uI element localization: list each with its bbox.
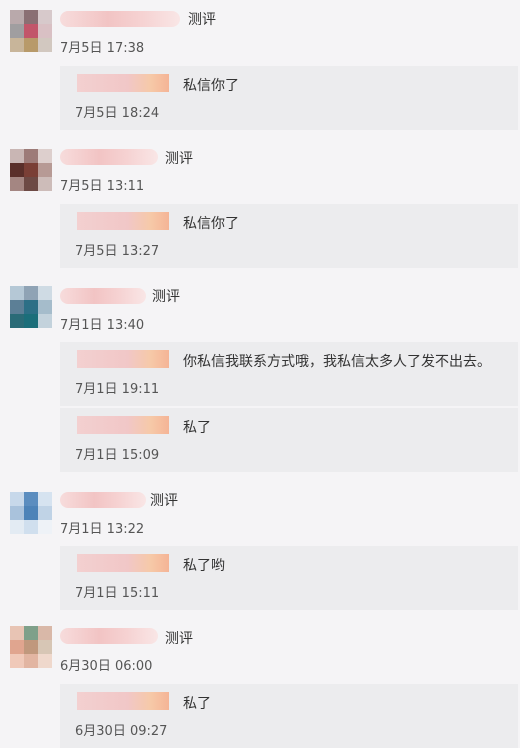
avatar-pixel bbox=[10, 300, 24, 314]
reply-box: 私信你了 7月5日 13:27 bbox=[60, 204, 518, 268]
avatar-pixel bbox=[10, 24, 24, 38]
avatar-pixel bbox=[10, 626, 24, 640]
avatar-pixel bbox=[38, 314, 52, 328]
reply-text: 私信你了 bbox=[183, 78, 239, 94]
avatar-pixel bbox=[24, 314, 38, 328]
comment-time: 7月1日 13:40 bbox=[60, 318, 145, 333]
comment-time: 7月1日 13:22 bbox=[60, 522, 145, 537]
avatar-pixel bbox=[38, 640, 52, 654]
avatar[interactable] bbox=[10, 286, 52, 328]
avatar-pixel bbox=[24, 149, 38, 163]
reply-username-blurred[interactable] bbox=[77, 416, 169, 434]
username-blurred[interactable] bbox=[60, 149, 158, 165]
reply-username-blurred[interactable] bbox=[77, 212, 169, 230]
avatar-pixel bbox=[10, 492, 24, 506]
avatar-pixel bbox=[24, 24, 38, 38]
reply-text: 私了 bbox=[183, 696, 211, 712]
avatar-pixel bbox=[38, 492, 52, 506]
reply-username-blurred[interactable] bbox=[77, 692, 169, 710]
reply-time: 7月1日 19:11 bbox=[75, 382, 160, 397]
avatar-pixel bbox=[24, 163, 38, 177]
comment-time: 6月30日 06:00 bbox=[60, 659, 153, 674]
avatar-pixel bbox=[24, 10, 38, 24]
avatar-pixel bbox=[24, 38, 38, 52]
reply-box: 私信你了 7月5日 18:24 bbox=[60, 66, 518, 130]
avatar-pixel bbox=[10, 520, 24, 534]
reply-time: 7月5日 18:24 bbox=[75, 106, 160, 121]
reply-box: 私了 7月1日 15:09 bbox=[60, 408, 518, 472]
avatar-pixel bbox=[10, 149, 24, 163]
reply-text: 你私信我联系方式哦，我私信太多人了发不出去。 bbox=[183, 354, 491, 370]
username-blurred[interactable] bbox=[60, 628, 158, 644]
avatar-pixel bbox=[10, 177, 24, 191]
avatar-pixel bbox=[38, 654, 52, 668]
comment-text: 测评 bbox=[165, 631, 193, 647]
comment-text: 测评 bbox=[152, 289, 180, 305]
avatar[interactable] bbox=[10, 149, 52, 191]
reply-box: 私了 6月30日 09:27 bbox=[60, 684, 518, 748]
avatar[interactable] bbox=[10, 492, 52, 534]
avatar[interactable] bbox=[10, 626, 52, 668]
reply-text: 私了 bbox=[183, 420, 211, 436]
avatar-pixel bbox=[24, 300, 38, 314]
avatar-pixel bbox=[24, 640, 38, 654]
avatar-pixel bbox=[38, 149, 52, 163]
avatar-pixel bbox=[10, 506, 24, 520]
username-blurred[interactable] bbox=[60, 288, 146, 304]
reply-username-blurred[interactable] bbox=[77, 554, 169, 572]
avatar-pixel bbox=[24, 506, 38, 520]
avatar-pixel bbox=[24, 286, 38, 300]
avatar-pixel bbox=[24, 520, 38, 534]
avatar-pixel bbox=[24, 626, 38, 640]
avatar-pixel bbox=[24, 654, 38, 668]
avatar-pixel bbox=[38, 38, 52, 52]
avatar-pixel bbox=[10, 314, 24, 328]
avatar-pixel bbox=[38, 506, 52, 520]
avatar-pixel bbox=[38, 520, 52, 534]
avatar-pixel bbox=[38, 10, 52, 24]
reply-username-blurred[interactable] bbox=[77, 350, 169, 368]
avatar-pixel bbox=[38, 163, 52, 177]
comment-time: 7月5日 17:38 bbox=[60, 41, 145, 56]
avatar-pixel bbox=[10, 10, 24, 24]
username-blurred[interactable] bbox=[60, 11, 180, 27]
username-blurred[interactable] bbox=[60, 492, 146, 508]
reply-time: 7月1日 15:11 bbox=[75, 586, 160, 601]
reply-time: 7月5日 13:27 bbox=[75, 244, 160, 259]
comment-text: 测评 bbox=[165, 151, 193, 167]
avatar-pixel bbox=[10, 654, 24, 668]
reply-text: 私了哟 bbox=[183, 558, 225, 574]
comment-text: 测评 bbox=[188, 12, 216, 28]
reply-text: 私信你了 bbox=[183, 216, 239, 232]
reply-time: 6月30日 09:27 bbox=[75, 724, 168, 739]
reply-box: 你私信我联系方式哦，我私信太多人了发不出去。 7月1日 19:11 bbox=[60, 342, 518, 406]
reply-box: 私了哟 7月1日 15:11 bbox=[60, 546, 518, 610]
comment-time: 7月5日 13:11 bbox=[60, 179, 145, 194]
avatar-pixel bbox=[38, 177, 52, 191]
avatar-pixel bbox=[10, 163, 24, 177]
avatar-pixel bbox=[38, 24, 52, 38]
avatar-pixel bbox=[10, 640, 24, 654]
avatar-pixel bbox=[38, 626, 52, 640]
reply-time: 7月1日 15:09 bbox=[75, 448, 160, 463]
avatar-pixel bbox=[38, 300, 52, 314]
avatar-pixel bbox=[24, 177, 38, 191]
avatar-pixel bbox=[38, 286, 52, 300]
avatar-pixel bbox=[24, 492, 38, 506]
avatar[interactable] bbox=[10, 10, 52, 52]
comment-text: 测评 bbox=[150, 493, 178, 509]
reply-username-blurred[interactable] bbox=[77, 74, 169, 92]
avatar-pixel bbox=[10, 38, 24, 52]
avatar-pixel bbox=[10, 286, 24, 300]
